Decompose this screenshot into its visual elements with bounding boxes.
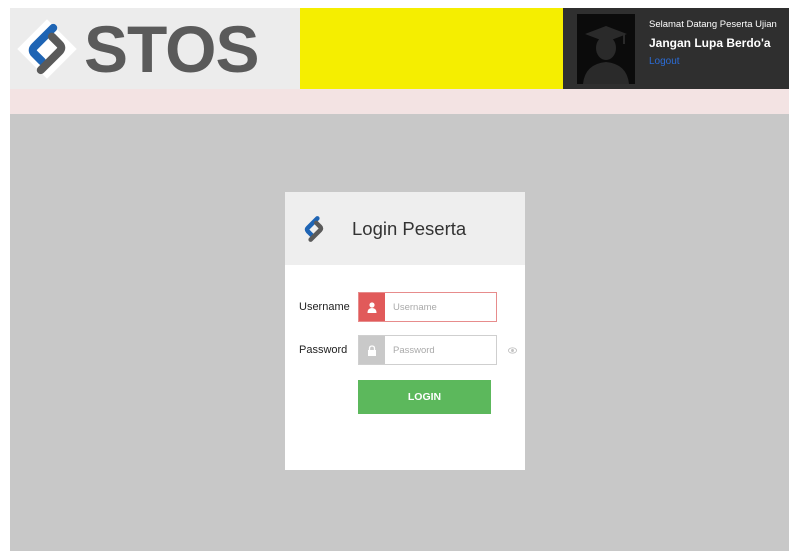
app-frame: STOS Selamat Datang Peserta Ujian Jangan… [10, 8, 789, 551]
password-row: Password [299, 335, 517, 365]
graduate-avatar-icon [583, 26, 629, 84]
nav-bar [10, 89, 789, 114]
brand-name: STOS [84, 11, 260, 86]
login-title: Login Peserta [352, 217, 467, 239]
s-logo-icon [304, 215, 324, 242]
brand-area: STOS [10, 8, 300, 89]
header-banner [300, 8, 563, 89]
user-panel: Selamat Datang Peserta Ujian Jangan Lupa… [563, 8, 789, 89]
password-label: Password [299, 344, 348, 356]
user-icon [359, 293, 385, 321]
username-input[interactable] [385, 293, 496, 321]
user-info: Selamat Datang Peserta Ujian Jangan Lupa… [649, 14, 777, 69]
password-field [358, 335, 497, 365]
avatar [577, 14, 635, 84]
motto-text: Jangan Lupa Berdo'a [649, 36, 771, 50]
header: STOS Selamat Datang Peserta Ujian Jangan… [10, 8, 789, 89]
s-logo-icon [17, 18, 77, 79]
username-row: Username [299, 292, 497, 322]
welcome-text: Selamat Datang Peserta Ujian [649, 19, 777, 30]
username-label: Username [299, 301, 350, 313]
logout-link[interactable]: Logout [649, 56, 680, 67]
login-button[interactable]: LOGIN [358, 380, 491, 414]
login-card: Login Peserta Username Password [285, 192, 525, 470]
lock-icon [359, 336, 385, 364]
eye-icon[interactable] [508, 346, 517, 355]
password-input[interactable] [385, 336, 496, 364]
username-field [358, 292, 497, 322]
login-card-header: Login Peserta [285, 192, 525, 265]
